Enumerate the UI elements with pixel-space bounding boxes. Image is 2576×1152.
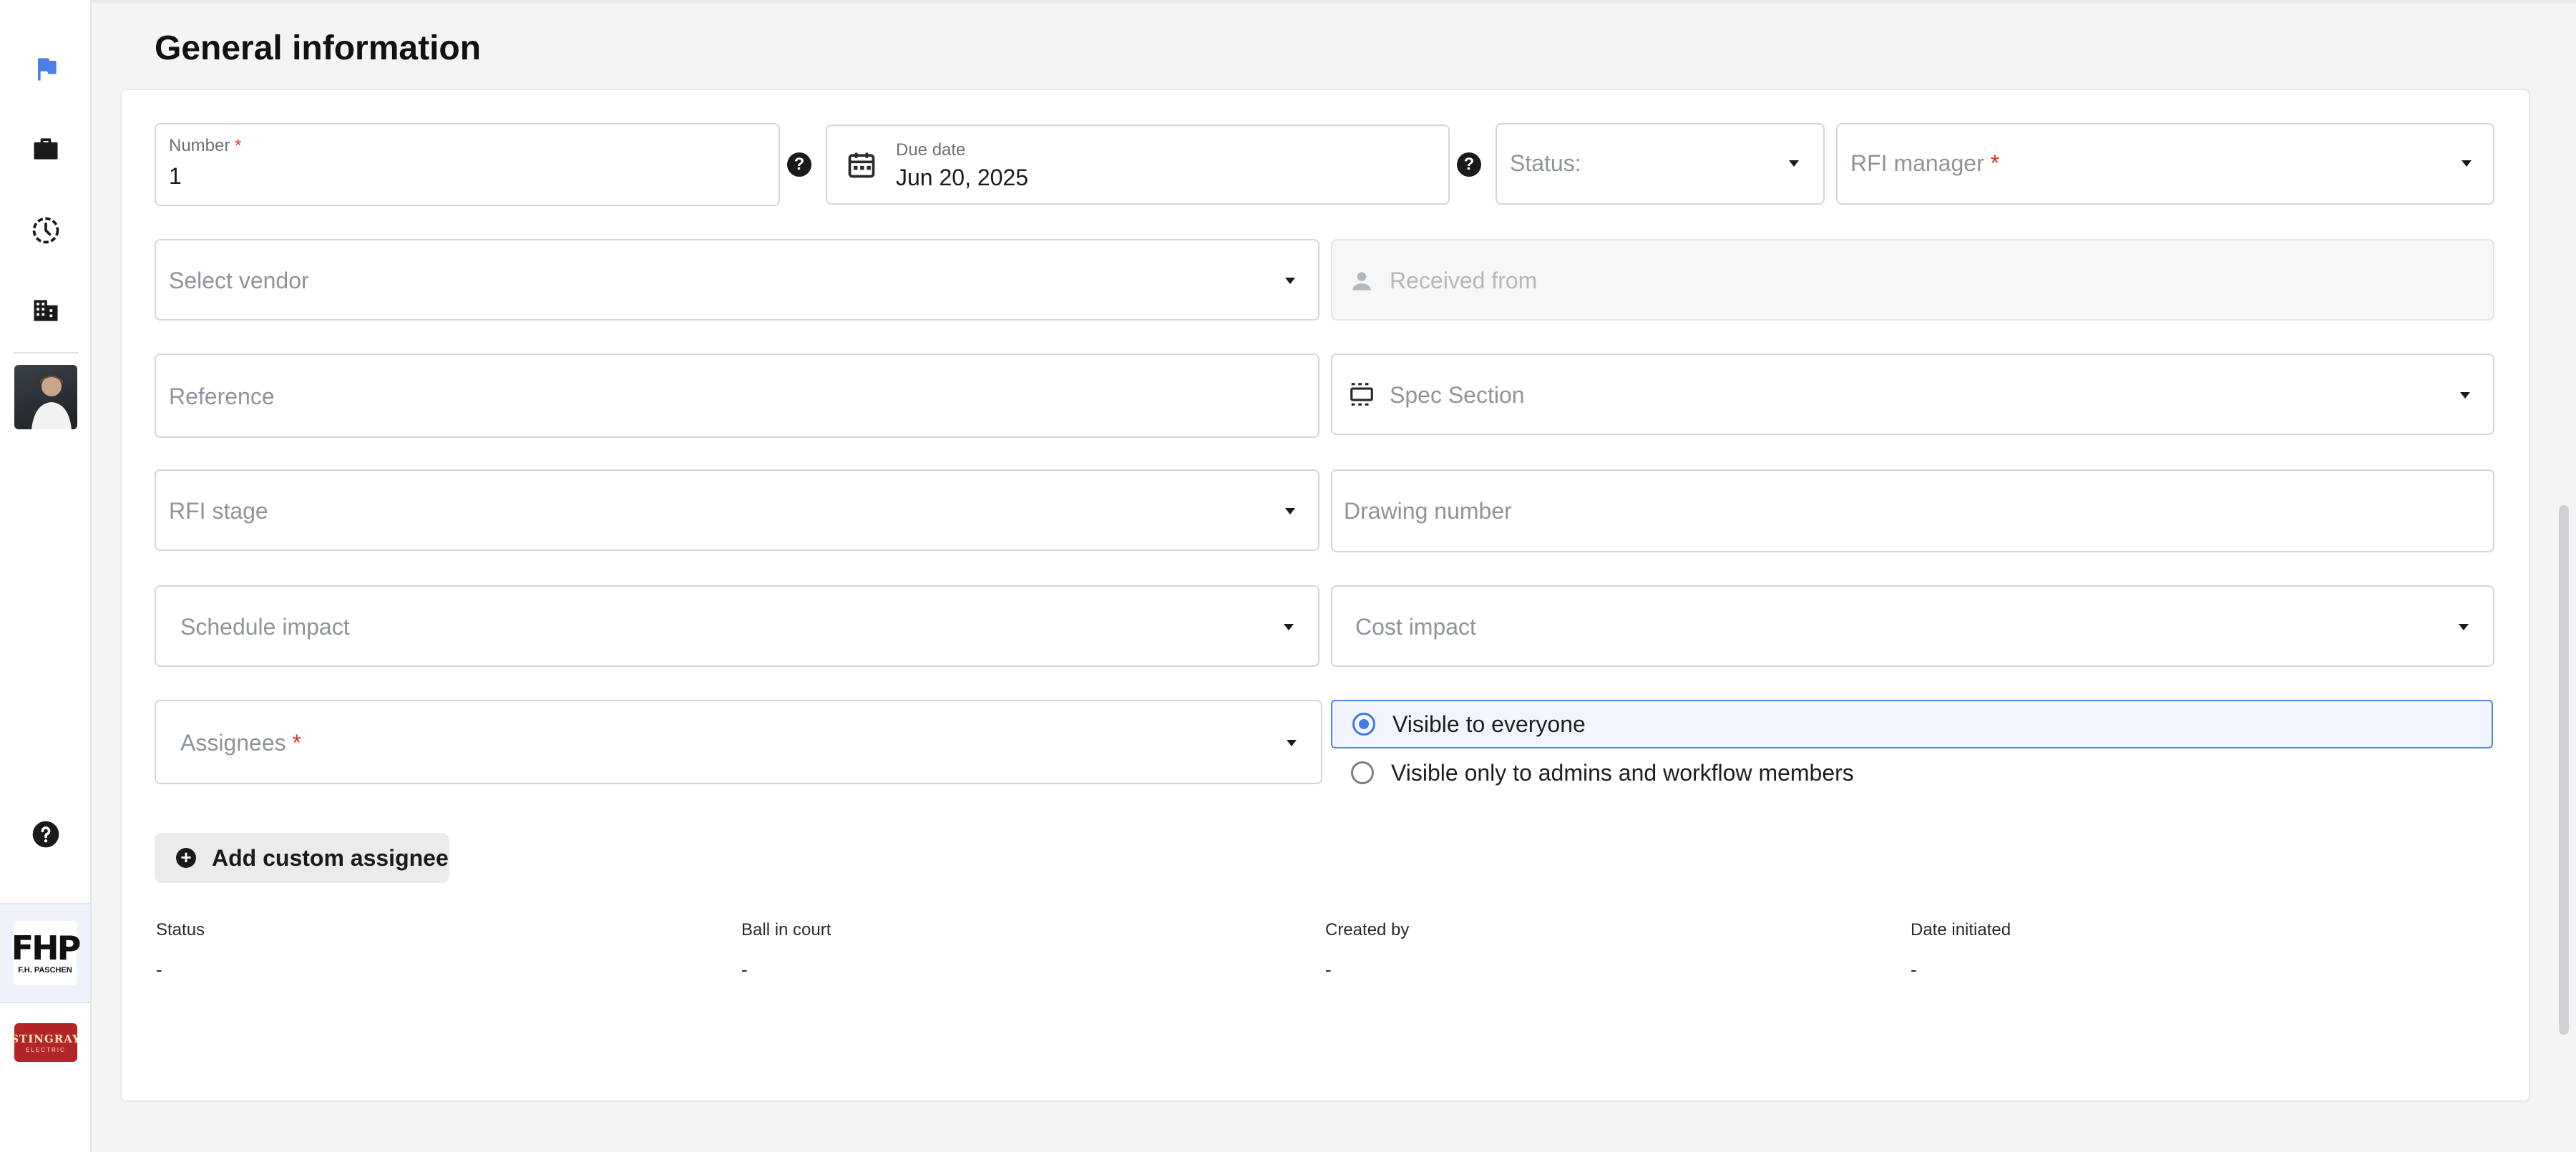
drawing-number-placeholder: Drawing number	[1344, 498, 1512, 524]
assignees-placeholder: Assignees *	[180, 730, 301, 756]
sidebar: FHP F.H. PASCHEN STINGRAY ELECTRIC	[0, 0, 92, 1152]
stingray-logo-sub: ELECTRIC	[26, 1046, 66, 1053]
sidebar-history-button[interactable]	[17, 202, 74, 259]
status-select[interactable]: Status:	[1496, 123, 1825, 205]
avatar[interactable]	[14, 365, 77, 429]
rfi-stage-placeholder: RFI stage	[169, 498, 268, 524]
vendor-placeholder: Select vendor	[169, 268, 309, 293]
status-placeholder: Status:	[1510, 150, 1581, 176]
meta-status-value: -	[156, 959, 162, 980]
reference-input[interactable]: Reference	[155, 353, 1319, 438]
company-switcher-stingray[interactable]: STINGRAY ELECTRIC	[11, 1023, 80, 1062]
chevron-down-icon	[1287, 740, 1297, 746]
chevron-down-icon	[1285, 278, 1295, 284]
meta-created-by-label: Created by	[1325, 920, 1410, 939]
visibility-option-admins[interactable]: Visible only to admins and workflow memb…	[1331, 748, 2493, 797]
help-icon	[32, 821, 59, 848]
schedule-impact-placeholder: Schedule impact	[180, 614, 350, 640]
avatar-photo	[31, 376, 72, 429]
add-circle-icon: +	[176, 848, 196, 868]
vertical-scrollbar[interactable]	[2559, 505, 2569, 1035]
schedule-impact-select[interactable]: Schedule impact	[155, 585, 1319, 667]
spec-section-select[interactable]: Spec Section	[1331, 353, 2494, 435]
meta-date-initiated-value: -	[1911, 959, 1917, 980]
meta-created-by-value: -	[1325, 959, 1332, 980]
stingray-logo-mark: STINGRAY	[11, 1032, 81, 1045]
due-date-label: Due date	[896, 140, 966, 160]
meta-ball-in-court-value: -	[741, 959, 748, 980]
assignees-select[interactable]: Assignees *	[155, 700, 1322, 784]
top-divider	[92, 0, 2576, 3]
visibility-option-label: Visible only to admins and workflow memb…	[1391, 759, 1854, 786]
sidebar-divider	[13, 352, 79, 353]
chevron-down-icon	[2460, 392, 2470, 399]
page-title: General information	[155, 29, 482, 67]
received-from-placeholder: Received from	[1390, 268, 1538, 293]
chevron-down-icon	[1789, 160, 1799, 167]
chevron-down-icon	[2459, 624, 2469, 630]
visibility-option-label: Visible to everyone	[1392, 711, 1586, 737]
drawing-number-input[interactable]: Drawing number	[1331, 469, 2494, 552]
number-field[interactable]: Number * 1	[155, 123, 780, 206]
due-date-value: Jun 20, 2025	[896, 165, 1029, 190]
meta-status-label: Status	[156, 920, 205, 939]
person-icon	[1352, 272, 1371, 291]
cost-impact-select[interactable]: Cost impact	[1331, 585, 2494, 667]
fh-paschen-logo-name: F.H. PASCHEN	[18, 966, 72, 975]
building-icon	[34, 300, 58, 321]
sidebar-companies-button[interactable]	[17, 282, 74, 339]
chevron-down-icon	[1285, 508, 1295, 514]
fh-paschen-logo-mark: FHP	[11, 929, 82, 967]
flag-icon	[38, 57, 57, 81]
rfi-manager-select[interactable]: RFI manager *	[1836, 123, 2494, 205]
cost-impact-placeholder: Cost impact	[1355, 614, 1476, 640]
add-custom-assignee-label: Add custom assignee	[212, 844, 449, 871]
briefcase-icon	[34, 138, 58, 160]
number-value: 1	[169, 163, 182, 189]
meta-date-initiated-label: Date initiated	[1911, 920, 2011, 939]
rfi-stage-select[interactable]: RFI stage	[155, 469, 1319, 551]
company-switcher-fh-paschen[interactable]: FHP F.H. PASCHEN	[0, 903, 90, 1003]
spec-section-icon	[1350, 383, 1373, 406]
sidebar-projects-button[interactable]	[17, 120, 74, 177]
chevron-down-icon	[1284, 624, 1294, 630]
received-from-field: Received from	[1331, 239, 2494, 321]
number-label: Number *	[169, 136, 242, 155]
sidebar-flag-button[interactable]	[17, 40, 74, 97]
fh-paschen-logo: FHP F.H. PASCHEN	[11, 921, 82, 985]
radio-button-selected[interactable]	[1352, 713, 1375, 736]
calendar-icon	[848, 152, 875, 178]
radio-button[interactable]	[1351, 761, 1374, 784]
spec-section-placeholder: Spec Section	[1390, 382, 1525, 408]
rfi-manager-placeholder: RFI manager *	[1850, 150, 2000, 176]
visibility-option-everyone[interactable]: Visible to everyone	[1331, 700, 2493, 748]
meta-ball-in-court-label: Ball in court	[741, 920, 831, 939]
reference-placeholder: Reference	[169, 384, 275, 409]
chevron-down-icon	[2462, 160, 2472, 167]
vendor-select[interactable]: Select vendor	[155, 239, 1319, 321]
sidebar-help-button[interactable]	[17, 806, 74, 863]
history-icon	[32, 217, 59, 244]
due-date-field[interactable]: Due date Jun 20, 2025	[826, 125, 1450, 205]
add-custom-assignee-button[interactable]: + Add custom assignee	[155, 833, 449, 883]
number-help-icon[interactable]: ?	[787, 152, 811, 177]
due-date-help-icon[interactable]: ?	[1457, 152, 1481, 177]
